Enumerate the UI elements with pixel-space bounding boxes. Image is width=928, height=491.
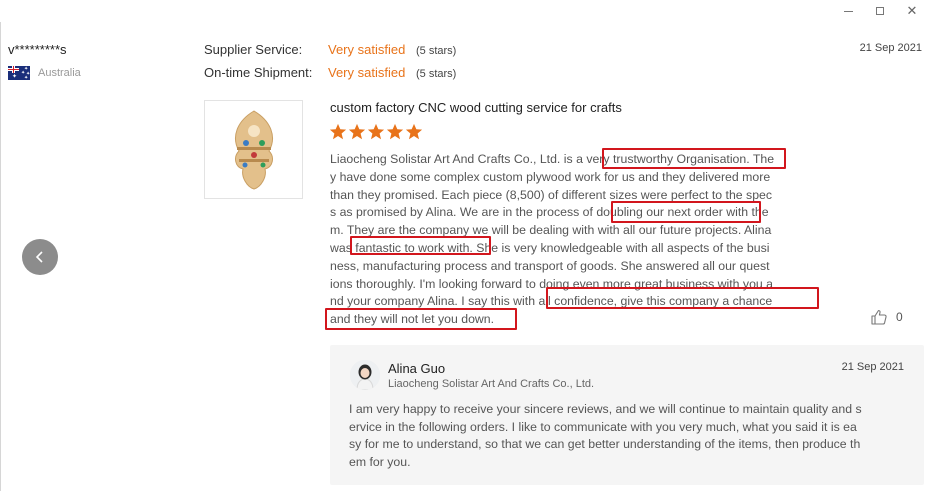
reply-author-name: Alina Guo [388,361,446,376]
rating-label: On-time Shipment: [204,65,313,80]
maximize-icon[interactable] [864,0,896,22]
highlight-box [546,287,819,309]
star-icon [367,123,385,140]
supplier-reply: Alina Guo Liaocheng Solistar Art And Cra… [330,345,924,485]
avatar [350,360,380,390]
reviewer-info: v*********s ✦ ✦ ✦ ✦ ✦ Australia [8,42,81,80]
product-thumbnail[interactable] [204,100,303,199]
reply-line: em for you. [349,454,411,469]
chevron-left-icon [35,251,43,263]
star-icon [405,123,423,140]
rating-row-on-time-shipment: On-time Shipment: Very satisfied (5 star… [204,65,456,88]
previous-arrow-button[interactable] [22,239,58,275]
reply-date: 21 Sep 2021 [841,361,904,373]
minimize-icon[interactable] [832,0,864,22]
rating-label: Supplier Service: [204,42,303,57]
review-line: ness, manufacturing process and transpor… [330,258,770,273]
review-date: 21 Sep 2021 [859,42,922,54]
highlight-box [602,148,786,169]
reviewer-name: v*********s [8,42,67,57]
star-rating [329,123,423,141]
rating-summary: Supplier Service: Very satisfied (5 star… [204,42,456,88]
window-left-border [0,22,1,491]
highlight-box [611,201,761,223]
australia-flag-icon: ✦ ✦ ✦ ✦ ✦ [8,66,30,80]
thumbs-up-icon [871,309,887,325]
window-controls: ✕ [832,0,928,22]
review-line: y have done some complex custom plywood … [330,169,771,184]
close-icon[interactable]: ✕ [896,0,928,22]
rating-stars-text: (5 stars) [416,45,457,57]
reply-line: sy for me to understand, so that we can … [349,437,861,451]
highlight-box [325,308,517,330]
reviewer-country: ✦ ✦ ✦ ✦ ✦ Australia [8,66,81,80]
reply-company-name: Liaocheng Solistar Art And Crafts Co., L… [388,378,595,390]
rating-value: Very satisfied [328,65,406,80]
country-label: Australia [38,67,81,79]
like-count: 0 [896,310,903,324]
rating-value: Very satisfied [328,42,406,57]
star-icon [386,123,404,140]
product-title[interactable]: custom factory CNC wood cutting service … [330,100,622,115]
star-icon [329,123,347,140]
like-button[interactable]: 0 [870,308,903,326]
highlight-box [350,236,491,255]
reply-line: I am very happy to receive your sincere … [349,402,862,416]
rating-row-supplier-service: Supplier Service: Very satisfied (5 star… [204,42,456,65]
reply-line: ervice in the following orders. I like t… [349,419,857,434]
star-icon [348,123,366,140]
reply-text: I am very happy to receive your sincere … [349,401,905,471]
rating-stars-text: (5 stars) [416,68,457,80]
wooden-craft-product-image [234,110,273,190]
